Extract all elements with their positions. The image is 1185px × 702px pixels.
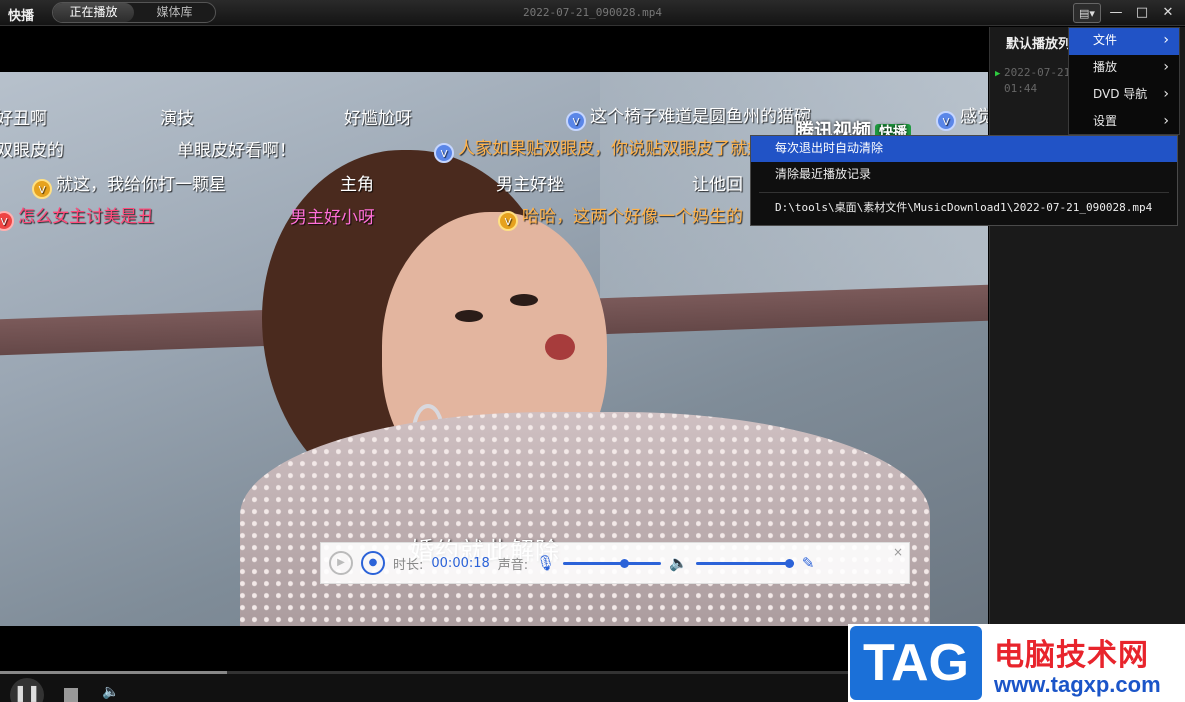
chevron-right-icon: › [1163, 113, 1169, 129]
playlist-item-name: 2022-07-21_ [1004, 66, 1077, 79]
sound-label: 声音: [497, 557, 529, 573]
danmu-comment: 单眼皮好看啊！ [177, 141, 296, 161]
vip-badge-icon: V [566, 111, 586, 131]
vip-badge-icon: V [434, 143, 454, 163]
vip-badge-icon: V [936, 111, 956, 131]
menu-item-file[interactable]: 文件 › [1069, 28, 1179, 55]
recent-file-item[interactable]: D:\tools\桌面\素材文件\MusicDownload1\2022-07-… [751, 196, 1177, 222]
video-area[interactable]: 好丑啊 演技 好尴尬呀 V 这个椅子难道是圆鱼州的猫碗 V 感觉 双眼皮的 单眼皮好… [0, 27, 988, 671]
danmu-comment: 主角 [340, 175, 374, 195]
maximize-button[interactable]: □ [1131, 3, 1153, 23]
clear-recent-history-item[interactable]: 清除最近播放记录 [751, 162, 1177, 188]
watermark-site-name: 电脑技术网 [994, 638, 1149, 673]
menu-item-play[interactable]: 播放 › [1069, 55, 1179, 82]
danmu-comment: 男主好挫 [496, 175, 564, 195]
close-button[interactable]: ✕ [1157, 3, 1179, 23]
site-watermark: TAG 电脑技术网 www.tagxp.com [848, 624, 1185, 702]
minimize-button[interactable]: — [1105, 3, 1127, 23]
danmu-comment: 让他回 [692, 175, 743, 195]
microphone-icon[interactable]: 🎙 [536, 554, 555, 572]
chevron-right-icon: › [1163, 32, 1169, 48]
playlist-item-duration: 01:44 [1004, 82, 1038, 95]
speaker-icon[interactable]: 🔈 [669, 554, 688, 572]
actress-eye-right [510, 294, 538, 306]
danmu-comment: 好尴尬呀 [344, 109, 412, 129]
danmu-comment: V 感觉 [936, 102, 988, 131]
chevron-right-icon: › [1163, 86, 1169, 102]
sequin-dress [240, 412, 930, 626]
main-dropdown-menu: 文件 › 播放 › DVD 导航 › 设置 › [1068, 27, 1180, 135]
menu-item-settings[interactable]: 设置 › [1069, 109, 1179, 136]
auto-clear-on-exit-item[interactable]: 每次退出时自动清除 [751, 136, 1177, 162]
vip-badge-icon: V [498, 211, 518, 231]
danmu-comment: 好丑啊 [0, 109, 47, 129]
actress-eye-left [455, 310, 483, 322]
danmu-comment: V 就这，我给你打一颗星 [32, 170, 226, 199]
tag-logo: TAG [850, 626, 982, 700]
main-menu-button[interactable]: ▤▾ [1073, 3, 1101, 23]
slider-knob[interactable] [785, 558, 794, 568]
playlist-title: 默认播放列 [1006, 37, 1072, 52]
recorder-close-button[interactable]: × [893, 545, 903, 559]
title-bar: 快播 正在播放 媒体库 2022-07-21_090028.mp4 ▤▾ — □… [0, 0, 1185, 26]
duration-label: 时长: [393, 557, 424, 573]
danmu-comment: 双眼皮的 [0, 141, 64, 161]
screen-recorder-bar: ▶ ● 时长: 00:00:18 声音: 🎙 🔈 ✎ × [320, 542, 910, 584]
view-tabs: 正在播放 媒体库 [52, 2, 216, 23]
app-window: 快播 正在播放 媒体库 2022-07-21_090028.mp4 ▤▾ — □… [0, 0, 1185, 702]
slider-knob[interactable] [619, 558, 629, 568]
menu-divider [759, 192, 1169, 193]
stop-button[interactable] [64, 688, 78, 702]
danmu-comment: V 这个椅子难道是圆鱼州的猫碗 [566, 102, 811, 131]
record-stop-button[interactable]: ● [361, 551, 385, 575]
danmu-comment: 男主好小呀 [290, 208, 375, 228]
file-submenu: 每次退出时自动清除 清除最近播放记录 D:\tools\桌面\素材文件\Musi… [750, 135, 1178, 226]
record-play-button[interactable]: ▶ [329, 551, 353, 575]
watermark-url: www.tagxp.com [994, 672, 1161, 697]
danmu-comment: 演技 [160, 109, 194, 129]
playback-controls: ❚❚ 🔈 [0, 674, 988, 702]
menu-item-dvd-nav[interactable]: DVD 导航 › [1069, 82, 1179, 109]
chevron-right-icon: › [1163, 59, 1169, 75]
speaker-volume-slider[interactable] [695, 558, 794, 568]
vip-badge-icon: V [32, 179, 52, 199]
app-name: 快播 [8, 9, 35, 24]
danmu-comment: V 怎么女主讨美是丑 [0, 202, 154, 231]
pause-button[interactable]: ❚❚ [10, 678, 44, 702]
window-controls: ▤▾ — □ ✕ [1073, 3, 1179, 23]
playlist-item[interactable]: ▶ 2022-07-21_ 01:44 [995, 65, 1077, 97]
playing-indicator-icon: ▶ [995, 69, 1001, 79]
vip-badge-icon: V [0, 211, 14, 231]
duration-value: 00:00:18 [431, 555, 490, 571]
mic-volume-slider[interactable] [563, 558, 662, 568]
danmu-comment: V 哈哈，这两个好像一个妈生的 [498, 202, 743, 231]
actress-mouth [545, 334, 575, 360]
volume-icon[interactable]: 🔈 [102, 684, 119, 700]
danmu-comment: V 人家如果贴双眼皮，你说贴双眼皮了就好 [434, 134, 764, 163]
tab-now-playing[interactable]: 正在播放 [53, 3, 134, 22]
tab-media-library[interactable]: 媒体库 [134, 3, 215, 22]
pen-icon[interactable]: ✎ [802, 554, 815, 572]
